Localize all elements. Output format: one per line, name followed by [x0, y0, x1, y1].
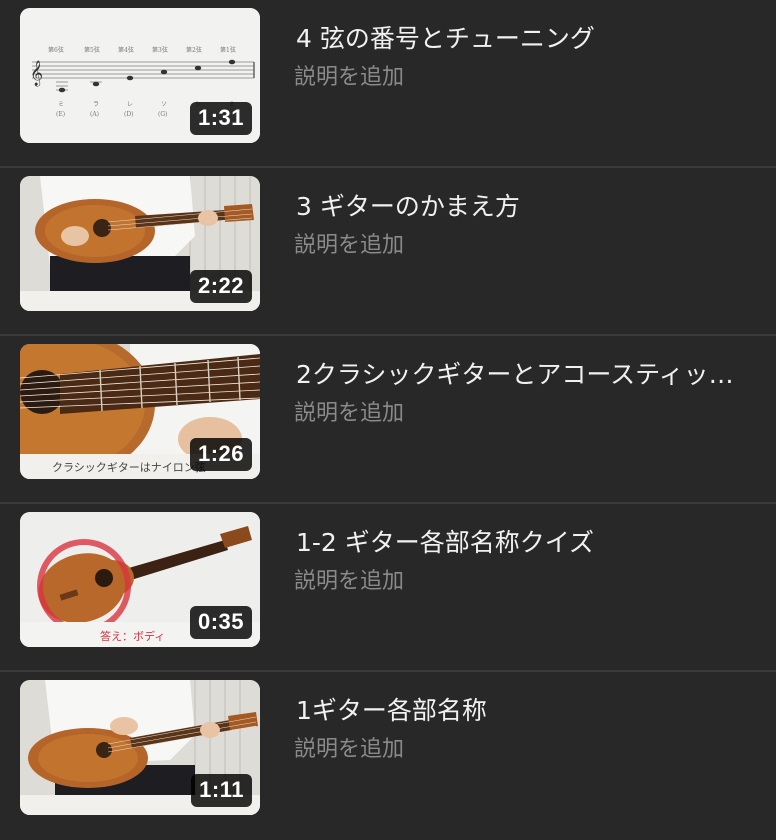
- video-thumbnail[interactable]: 2:22: [20, 176, 260, 311]
- video-title[interactable]: 3 ギターのかまえ方: [296, 190, 756, 224]
- video-thumbnail[interactable]: 1:11: [20, 680, 260, 815]
- video-description[interactable]: 説明を追加: [294, 566, 404, 598]
- video-duration: 1:11: [191, 774, 252, 807]
- svg-text:第2弦: 第2弦: [186, 46, 202, 54]
- svg-text:第3弦: 第3弦: [152, 46, 168, 54]
- svg-text:第4弦: 第4弦: [118, 46, 134, 54]
- svg-text:𝄞: 𝄞: [30, 60, 43, 86]
- video-title[interactable]: 1ギター各部名称: [296, 694, 756, 728]
- svg-text:(A): (A): [90, 111, 99, 118]
- svg-text:(D): (D): [124, 111, 134, 118]
- svg-text:ミ: ミ: [58, 101, 64, 108]
- video-thumbnail[interactable]: クラシックギターはナイロン弦 1:26: [20, 344, 260, 479]
- video-duration: 1:26: [189, 438, 252, 471]
- video-duration: 2:22: [189, 270, 252, 303]
- svg-text:第5弦: 第5弦: [84, 46, 100, 54]
- video-thumbnail[interactable]: 答え：ボディ 0:35: [20, 512, 260, 647]
- video-title[interactable]: 4 弦の番号とチューニング: [296, 22, 756, 56]
- video-title[interactable]: 1-2 ギター各部名称クイズ: [296, 526, 756, 560]
- video-list-item[interactable]: 第6弦 第5弦 第4弦 第3弦 第2弦 第1弦 𝄞 ミ ラ レ ソ (E) (A…: [0, 0, 776, 168]
- svg-text:レ: レ: [127, 101, 133, 108]
- thumbnail-caption: クラシックギターはナイロン弦: [52, 460, 206, 474]
- video-description[interactable]: 説明を追加: [294, 398, 404, 430]
- svg-text:(G): (G): [158, 111, 167, 118]
- svg-text:第6弦: 第6弦: [48, 46, 64, 54]
- video-thumbnail[interactable]: 第6弦 第5弦 第4弦 第3弦 第2弦 第1弦 𝄞 ミ ラ レ ソ (E) (A…: [20, 8, 260, 143]
- video-duration: 0:35: [189, 606, 252, 639]
- svg-text:第1弦: 第1弦: [220, 46, 236, 54]
- video-list-item[interactable]: 答え：ボディ 0:35 1-2 ギター各部名称クイズ 説明を追加: [0, 504, 776, 672]
- video-description[interactable]: 説明を追加: [294, 230, 404, 262]
- svg-text:ラ: ラ: [93, 101, 99, 108]
- video-list: 第6弦 第5弦 第4弦 第3弦 第2弦 第1弦 𝄞 ミ ラ レ ソ (E) (A…: [0, 0, 776, 832]
- video-list-item[interactable]: 2:22 3 ギターのかまえ方 説明を追加: [0, 168, 776, 336]
- video-description[interactable]: 説明を追加: [294, 62, 404, 94]
- video-list-item[interactable]: クラシックギターはナイロン弦 1:26 2クラシックギターとアコースティッ… 説…: [0, 336, 776, 504]
- svg-text:(E): (E): [56, 111, 65, 118]
- video-list-item[interactable]: 1:11 1ギター各部名称 説明を追加: [0, 672, 776, 840]
- thumbnail-caption: 答え：ボディ: [100, 629, 165, 643]
- svg-text:ソ: ソ: [161, 101, 167, 108]
- video-description[interactable]: 説明を追加: [294, 734, 404, 766]
- video-duration: 1:31: [189, 102, 252, 135]
- video-title[interactable]: 2クラシックギターとアコースティッ…: [296, 358, 756, 392]
